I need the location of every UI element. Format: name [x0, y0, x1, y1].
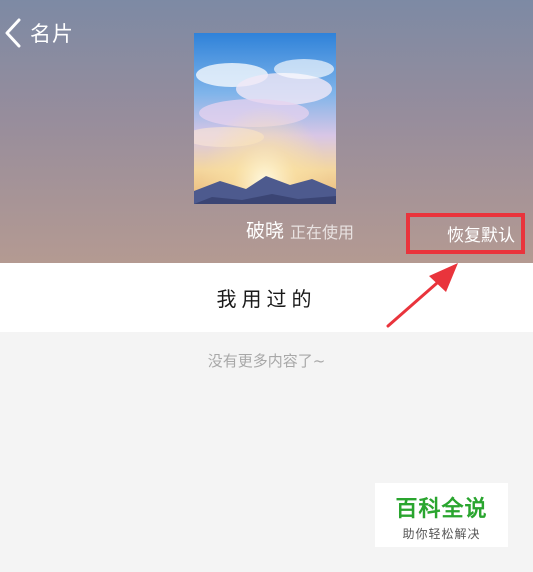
- empty-list-hint: 没有更多内容了~: [207, 352, 326, 370]
- restore-default-button[interactable]: 恢复默认: [406, 213, 525, 254]
- card-cover-image[interactable]: [194, 33, 336, 204]
- back-button[interactable]: 名片: [4, 16, 74, 50]
- restore-default-label: 恢复默认: [447, 226, 515, 246]
- used-section-title: 我用过的: [216, 287, 317, 311]
- chevron-left-icon: [5, 18, 21, 48]
- card-status: 正在使用: [290, 223, 355, 242]
- page-title: 名片: [30, 22, 74, 46]
- used-section-header: 我用过的: [0, 263, 533, 332]
- watermark-badge: 百科全说 助你轻松解决: [375, 483, 508, 547]
- card-header: 名片 破晓 正在使用 恢复默认: [0, 0, 533, 263]
- card-name: 破晓: [246, 220, 285, 242]
- watermark-logo: 百科全说: [395, 497, 488, 522]
- watermark-subtitle: 助你轻松解决: [402, 527, 481, 541]
